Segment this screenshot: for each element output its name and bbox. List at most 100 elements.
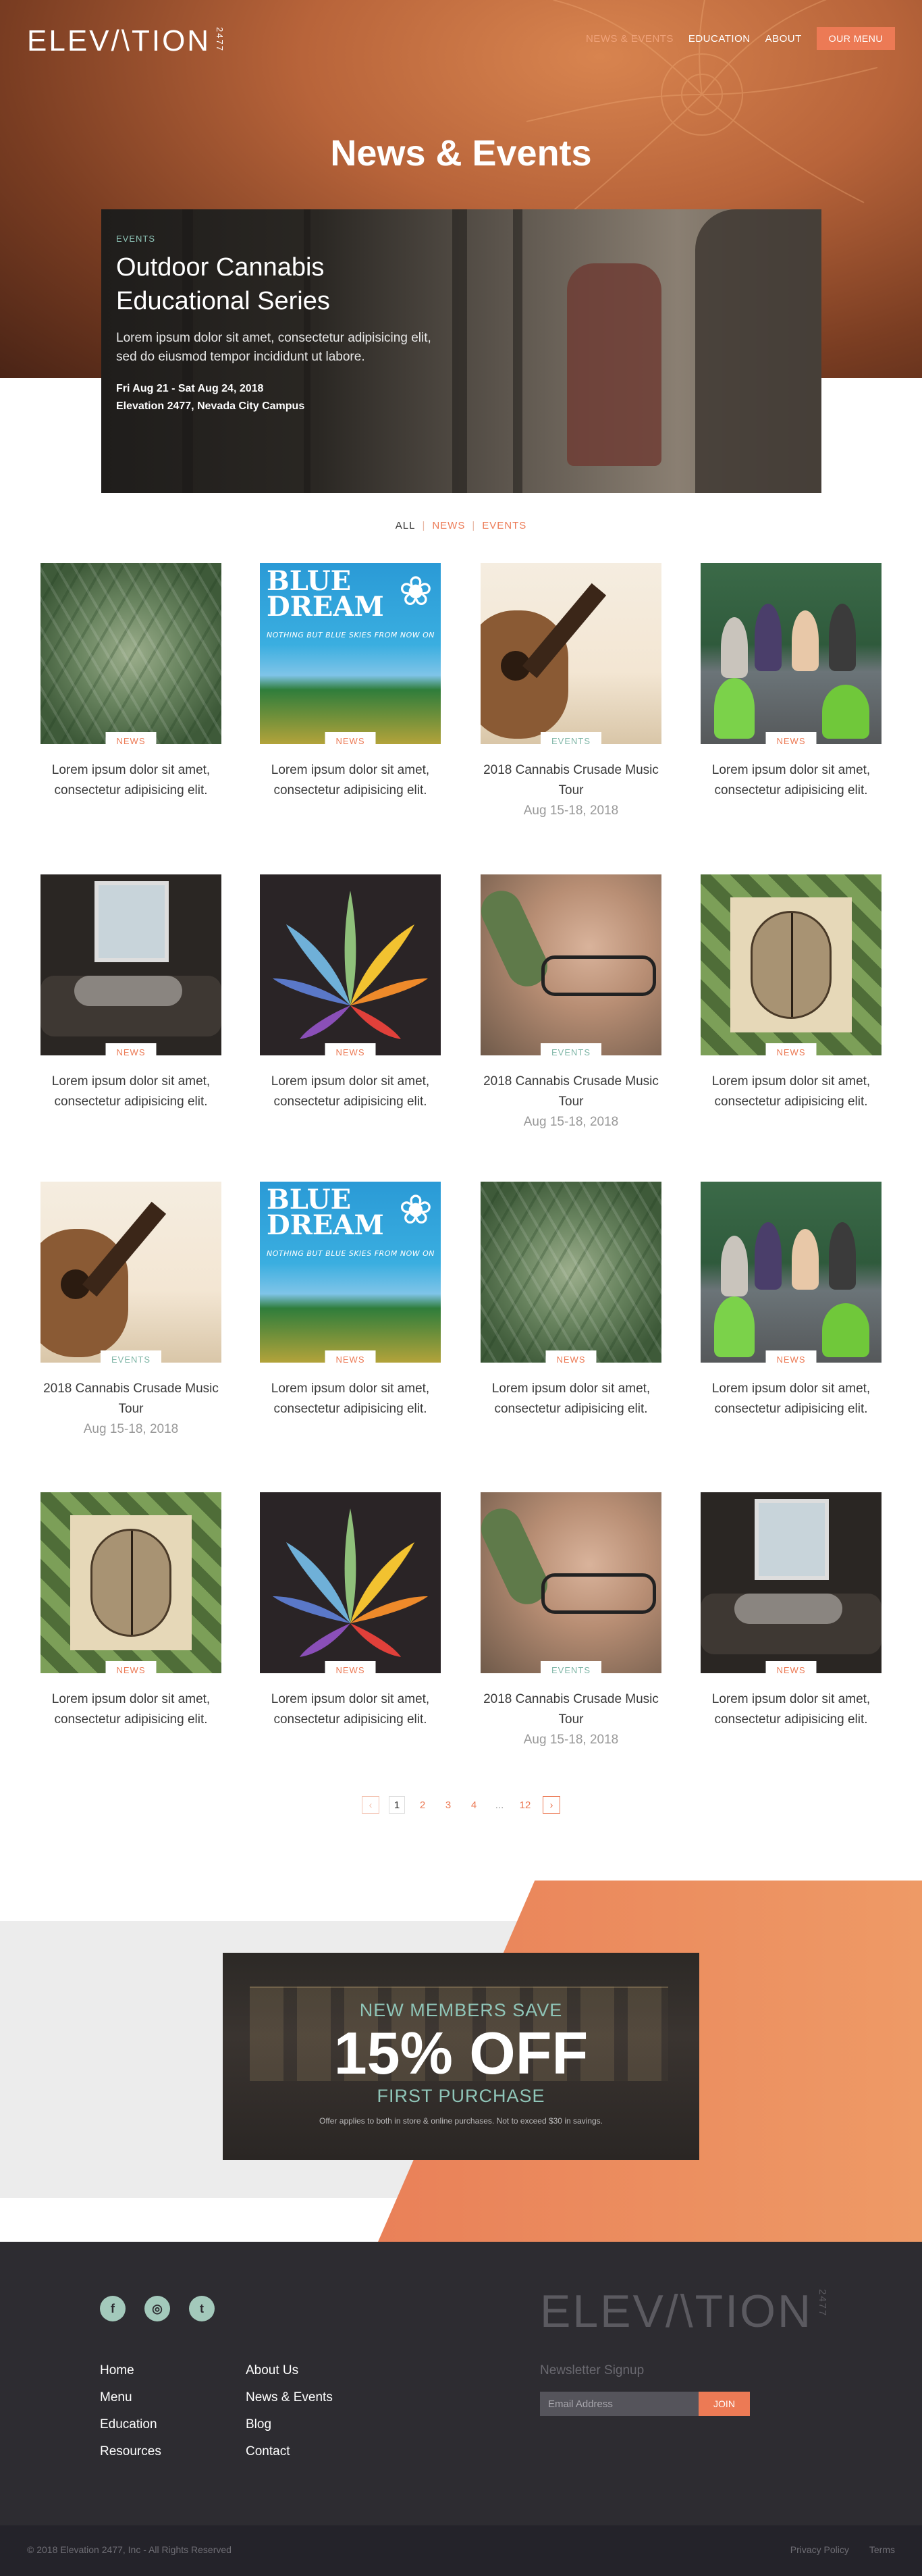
news-card[interactable]: EVENTS 2018 Cannabis Crusade Music Tour Au… xyxy=(40,1182,221,1436)
card-category-badge[interactable]: EVENTS xyxy=(100,1350,162,1369)
filter-all[interactable]: ALL xyxy=(389,520,423,531)
page-4[interactable]: 4 xyxy=(466,1796,482,1814)
news-card[interactable]: EVENTS 2018 Cannabis Crusade Music Tour Au… xyxy=(481,1492,661,1747)
footer-link-blog[interactable]: Blog xyxy=(246,2417,333,2444)
card-title[interactable]: Lorem ipsum dolor sit amet, consectetur … xyxy=(260,1689,441,1730)
card-image[interactable] xyxy=(481,874,661,1055)
news-card[interactable]: NEWS Lorem ipsum dolor sit amet, consecte… xyxy=(40,563,221,806)
news-card[interactable]: NEWS Lorem ipsum dolor sit amet, consecte… xyxy=(260,1492,441,1735)
news-card[interactable]: EVENTS 2018 Cannabis Crusade Music Tour Au… xyxy=(481,874,661,1129)
instagram-icon[interactable]: ◎ xyxy=(144,2296,170,2321)
card-title[interactable]: Lorem ipsum dolor sit amet, consectetur … xyxy=(701,1379,882,1419)
newsletter-join-button[interactable]: JOIN xyxy=(699,2392,750,2416)
twitter-icon[interactable]: t xyxy=(189,2296,215,2321)
card-image[interactable] xyxy=(481,1492,661,1673)
card-title[interactable]: Lorem ipsum dolor sit amet, consectetur … xyxy=(260,1379,441,1419)
page-3[interactable]: 3 xyxy=(440,1796,456,1814)
card-category-badge[interactable]: NEWS xyxy=(105,732,157,750)
featured-title[interactable]: Outdoor Cannabis Educational Series xyxy=(116,251,440,318)
card-title[interactable]: Lorem ipsum dolor sit amet, consectetur … xyxy=(40,1072,221,1112)
facebook-icon[interactable]: f xyxy=(100,2296,126,2321)
card-title-block[interactable]: Lorem ipsum dolor sit amet, consectetur … xyxy=(260,1379,441,1419)
card-category-badge[interactable]: EVENTS xyxy=(540,1661,602,1679)
card-title-block[interactable]: Lorem ipsum dolor sit amet, consectetur … xyxy=(481,1379,661,1419)
card-title-block[interactable]: Lorem ipsum dolor sit amet, consectetur … xyxy=(701,1689,882,1730)
page-2[interactable]: 2 xyxy=(414,1796,431,1814)
footer-link-menu[interactable]: Menu xyxy=(100,2390,161,2417)
card-title-block[interactable]: Lorem ipsum dolor sit amet, consectetur … xyxy=(260,1072,441,1112)
page-last[interactable]: 12 xyxy=(517,1796,533,1814)
nav-education[interactable]: EDUCATION xyxy=(688,33,751,45)
card-title[interactable]: Lorem ipsum dolor sit amet, consectetur … xyxy=(701,1689,882,1730)
news-card[interactable]: NEWS Lorem ipsum dolor sit amet, consecte… xyxy=(40,874,221,1118)
card-title-block[interactable]: 2018 Cannabis Crusade Music Tour Aug 15-1… xyxy=(481,1072,661,1132)
card-category-badge[interactable]: NEWS xyxy=(105,1043,157,1061)
footer-link-news-events[interactable]: News & Events xyxy=(246,2390,333,2417)
card-image[interactable] xyxy=(260,874,441,1055)
card-image[interactable] xyxy=(701,1182,882,1363)
news-card[interactable]: NEWS Lorem ipsum dolor sit amet, consecte… xyxy=(701,1182,882,1425)
footer-link-home[interactable]: Home xyxy=(100,2363,161,2390)
card-category-badge[interactable]: NEWS xyxy=(765,732,817,750)
card-category-badge[interactable]: EVENTS xyxy=(540,1043,602,1061)
our-menu-button[interactable]: OUR MENU xyxy=(816,27,895,50)
new-member-promo[interactable]: NEW MEMBERS SAVE 15% OFF FIRST PURCHASE … xyxy=(223,1953,699,2160)
card-category-badge[interactable]: NEWS xyxy=(325,1661,376,1679)
filter-news[interactable]: NEWS xyxy=(425,520,472,531)
card-title-block[interactable]: 2018 Cannabis Crusade Music Tour Aug 15-1… xyxy=(481,1689,661,1750)
card-title-block[interactable]: 2018 Cannabis Crusade Music Tour Aug 15-1… xyxy=(40,1379,221,1440)
card-title[interactable]: Lorem ipsum dolor sit amet, consectetur … xyxy=(701,760,882,801)
nav-news-events[interactable]: NEWS & EVENTS xyxy=(586,33,674,45)
card-category-badge[interactable]: NEWS xyxy=(105,1661,157,1679)
card-image[interactable] xyxy=(40,563,221,744)
footer-link-resources[interactable]: Resources xyxy=(100,2444,161,2471)
card-image[interactable] xyxy=(701,1492,882,1673)
card-image[interactable] xyxy=(40,1182,221,1363)
card-title[interactable]: 2018 Cannabis Crusade Music Tour xyxy=(40,1379,221,1419)
news-card[interactable]: NEWS Lorem ipsum dolor sit amet, consecte… xyxy=(701,563,882,806)
page-1[interactable]: 1 xyxy=(389,1796,405,1814)
card-image[interactable] xyxy=(701,563,882,744)
card-title-block[interactable]: Lorem ipsum dolor sit amet, consectetur … xyxy=(260,1689,441,1730)
prev-page-button[interactable]: ‹ xyxy=(362,1796,379,1814)
card-title-block[interactable]: Lorem ipsum dolor sit amet, consectetur … xyxy=(701,760,882,801)
card-title[interactable]: Lorem ipsum dolor sit amet, consectetur … xyxy=(481,1379,661,1419)
filter-events[interactable]: EVENTS xyxy=(475,520,533,531)
footer-link-contact[interactable]: Contact xyxy=(246,2444,333,2471)
privacy-policy-link[interactable]: Privacy Policy xyxy=(790,2544,849,2555)
card-category-badge[interactable]: NEWS xyxy=(325,1350,376,1369)
card-title-block[interactable]: Lorem ipsum dolor sit amet, consectetur … xyxy=(701,1379,882,1419)
card-category-badge[interactable]: EVENTS xyxy=(540,732,602,750)
card-title-block[interactable]: Lorem ipsum dolor sit amet, consectetur … xyxy=(701,1072,882,1112)
card-title-block[interactable]: Lorem ipsum dolor sit amet, consectetur … xyxy=(40,760,221,801)
card-image[interactable] xyxy=(40,874,221,1055)
card-image[interactable] xyxy=(481,563,661,744)
news-card[interactable]: BLUE DREAM ❀ NOTHING BUT BLUE SKIES FROM N… xyxy=(260,563,441,806)
card-title-block[interactable]: Lorem ipsum dolor sit amet, consectetur … xyxy=(40,1689,221,1730)
news-card[interactable]: NEWS Lorem ipsum dolor sit amet, consecte… xyxy=(40,1492,221,1735)
nav-about[interactable]: ABOUT xyxy=(765,33,802,45)
news-card[interactable]: EVENTS 2018 Cannabis Crusade Music Tour Au… xyxy=(481,563,661,818)
card-title[interactable]: Lorem ipsum dolor sit amet, consectetur … xyxy=(260,760,441,801)
card-category-badge[interactable]: NEWS xyxy=(765,1661,817,1679)
card-category-badge[interactable]: NEWS xyxy=(325,732,376,750)
card-title[interactable]: Lorem ipsum dolor sit amet, consectetur … xyxy=(40,1689,221,1730)
terms-link[interactable]: Terms xyxy=(869,2544,895,2555)
card-category-badge[interactable]: NEWS xyxy=(765,1043,817,1061)
card-category-badge[interactable]: NEWS xyxy=(325,1043,376,1061)
card-title-block[interactable]: Lorem ipsum dolor sit amet, consectetur … xyxy=(260,760,441,801)
card-image[interactable]: BLUE DREAM ❀ NOTHING BUT BLUE SKIES FROM N… xyxy=(260,563,441,744)
card-title[interactable]: 2018 Cannabis Crusade Music Tour xyxy=(481,1072,661,1112)
card-title-block[interactable]: Lorem ipsum dolor sit amet, consectetur … xyxy=(40,1072,221,1112)
card-title[interactable]: 2018 Cannabis Crusade Music Tour xyxy=(481,1689,661,1730)
card-image[interactable] xyxy=(701,874,882,1055)
footer-link-education[interactable]: Education xyxy=(100,2417,161,2444)
news-card[interactable]: NEWS Lorem ipsum dolor sit amet, consecte… xyxy=(701,874,882,1118)
card-category-badge[interactable]: NEWS xyxy=(545,1350,597,1369)
news-card[interactable]: NEWS Lorem ipsum dolor sit amet, consecte… xyxy=(481,1182,661,1425)
card-title[interactable]: Lorem ipsum dolor sit amet, consectetur … xyxy=(260,1072,441,1112)
card-image[interactable] xyxy=(40,1492,221,1673)
card-image[interactable]: BLUE DREAM ❀ NOTHING BUT BLUE SKIES FROM N… xyxy=(260,1182,441,1363)
card-title[interactable]: Lorem ipsum dolor sit amet, consectetur … xyxy=(40,760,221,801)
card-category-badge[interactable]: NEWS xyxy=(765,1350,817,1369)
